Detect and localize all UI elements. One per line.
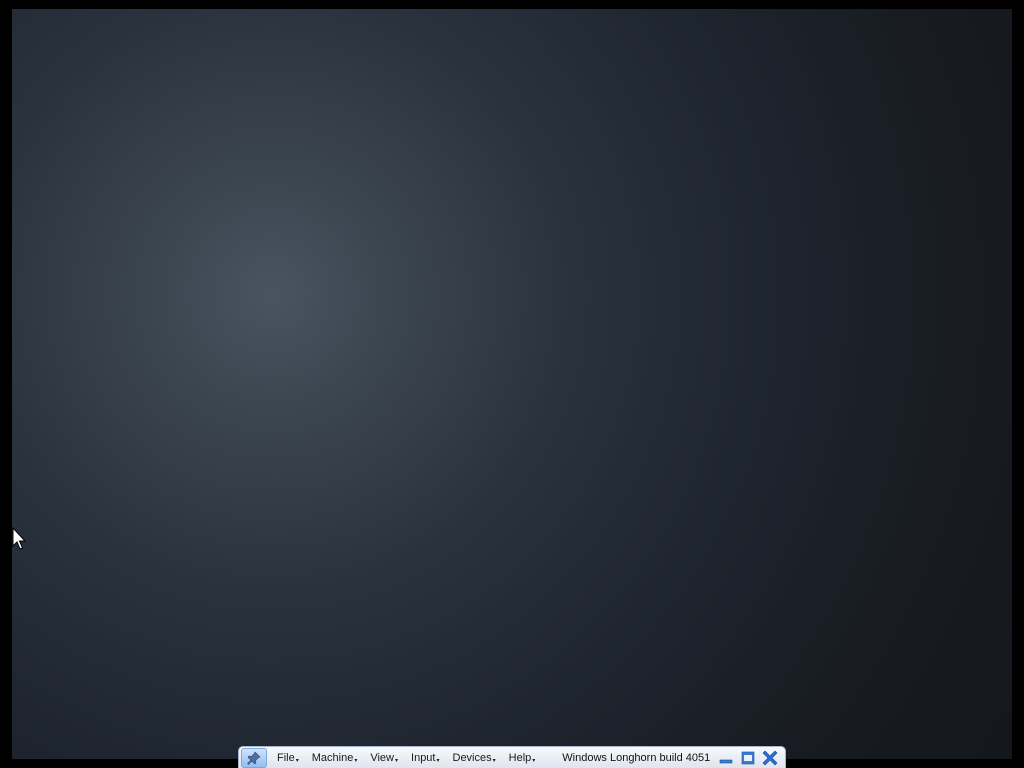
vm-title: Windows Longhorn build 4051 [562, 751, 711, 764]
chevron-down-icon: ▾ [492, 758, 496, 764]
chevron-down-icon: ▾ [295, 758, 299, 764]
menu-view-label: View [370, 751, 394, 764]
chevron-down-icon: ▾ [436, 758, 440, 764]
close-button[interactable] [761, 749, 779, 767]
menu-file[interactable]: File ▾ [274, 747, 302, 768]
chevron-down-icon: ▾ [395, 758, 399, 764]
menu-devices-label: Devices [452, 751, 492, 764]
restore-icon [741, 751, 755, 764]
menu-help[interactable]: Help ▾ [506, 747, 539, 768]
menu-machine[interactable]: Machine ▾ [309, 747, 361, 768]
menu-file-label: File [277, 751, 295, 764]
vm-desktop[interactable] [12, 9, 1012, 759]
menu-input-label: Input [411, 751, 436, 764]
menu-view[interactable]: View ▾ [367, 747, 401, 768]
restore-button[interactable] [739, 749, 757, 767]
pin-icon [247, 750, 261, 765]
menu-input[interactable]: Input ▾ [408, 747, 442, 768]
minimize-icon [719, 759, 733, 763]
menu-help-label: Help [508, 751, 532, 764]
chevron-down-icon: ▾ [354, 758, 358, 764]
vm-mini-toolbar: File ▾ Machine ▾ View ▾ Input ▾ Devices … [238, 746, 786, 768]
close-icon [762, 750, 778, 765]
menu-machine-label: Machine [311, 751, 354, 764]
window-controls [713, 749, 779, 767]
minimize-button[interactable] [717, 749, 735, 767]
chevron-down-icon: ▾ [532, 758, 536, 764]
mouse-pointer-icon [12, 527, 26, 550]
pin-button[interactable] [241, 747, 267, 768]
menu-devices[interactable]: Devices ▾ [450, 747, 499, 768]
